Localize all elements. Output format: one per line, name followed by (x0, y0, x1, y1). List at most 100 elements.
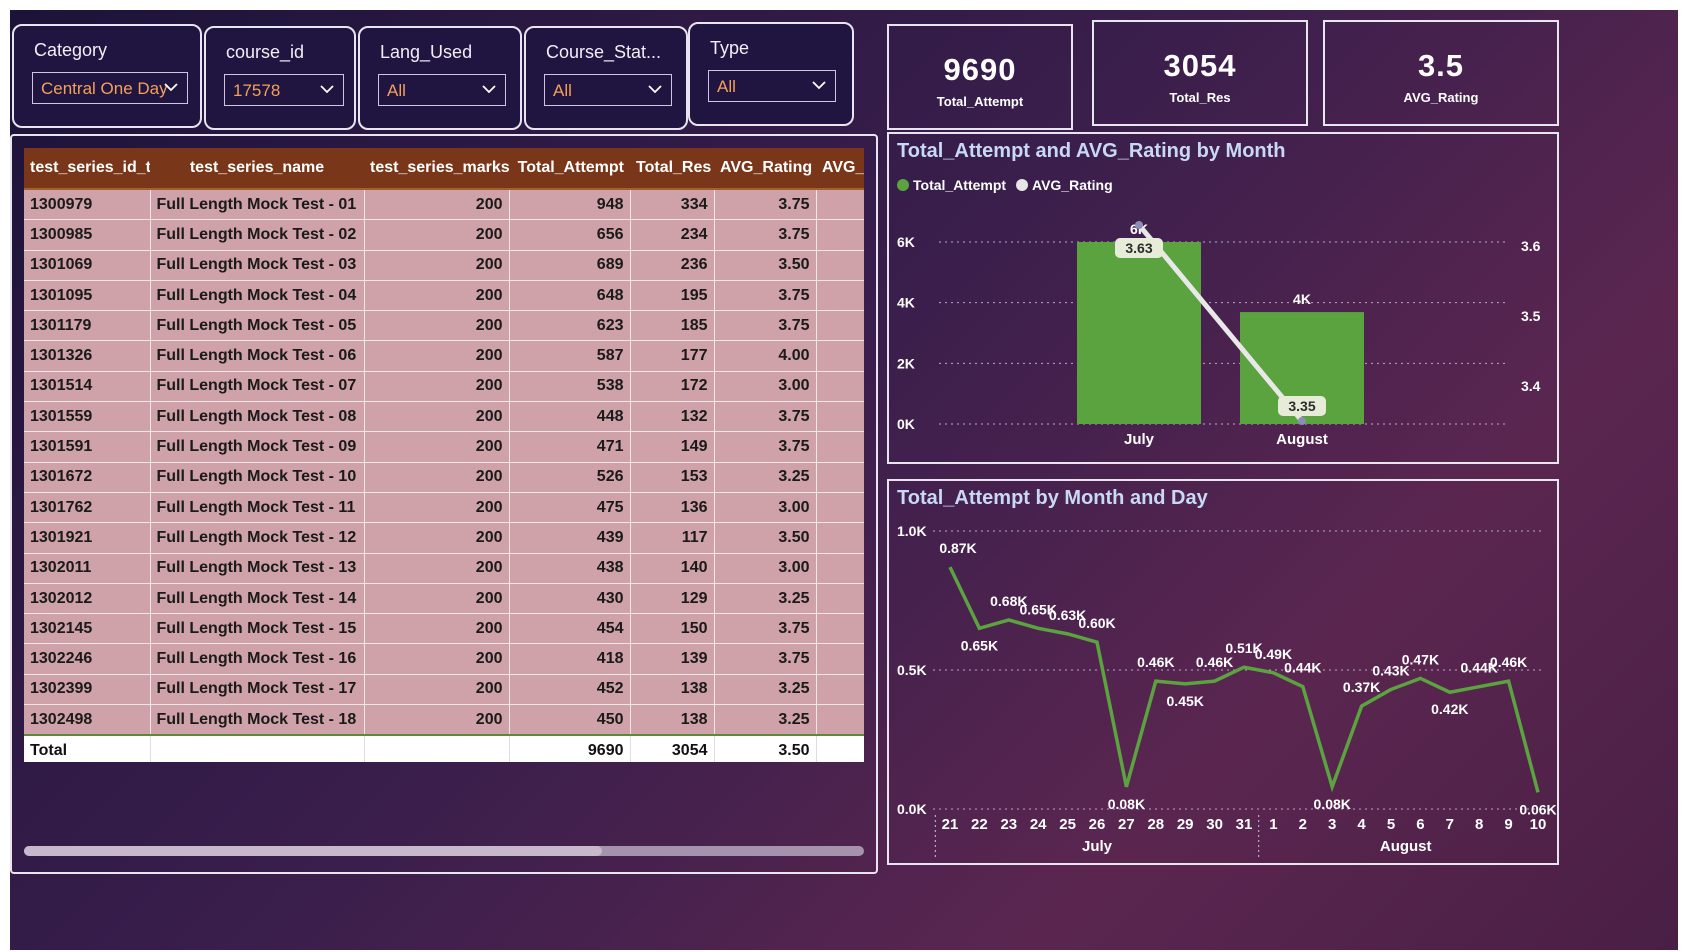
chart1-svg: Total_Attempt AVG_Rating 0K 2K 4K 6K 3.4 3.5 3.6… (897, 177, 1541, 448)
slicer-course-id: course_id 17578 (204, 26, 356, 130)
cell-avg-marks (816, 401, 864, 433)
chevron-down-icon (319, 79, 335, 104)
cell-avg-rating: 4.00 (714, 340, 817, 372)
col-header-total-attempt[interactable]: Total_Attempt (509, 148, 630, 190)
cell-avg-rating: 3.00 (714, 553, 817, 584)
category-dropdown-value: Central One Day (41, 79, 168, 98)
cell-test-series-marks: 200 (364, 371, 510, 403)
data-label: 0.44K (1284, 660, 1321, 676)
avg-rating-point (1298, 417, 1306, 425)
slicer-category-title: Category (34, 40, 108, 60)
lang-used-dropdown[interactable]: All (378, 74, 506, 106)
course-status-dropdown[interactable]: All (544, 74, 672, 106)
cell-total-res: 139 (630, 643, 715, 675)
chart-attempt-by-month-day: Total_Attempt by Month and Day 0.0K 0.5K 1… (887, 479, 1559, 865)
table-row[interactable]: 1302498 Full Length Mock Test - 18 200 450 1… (24, 704, 864, 736)
col-header-test-series-marks[interactable]: test_series_marks (364, 148, 509, 190)
x-tick-label: 27 (1118, 816, 1135, 833)
table-row[interactable]: 1301069 Full Length Mock Test - 03 200 689 2… (24, 250, 864, 281)
horizontal-scrollbar[interactable] (24, 846, 864, 856)
cell-total-res: 177 (630, 340, 715, 372)
cell-total-res: 117 (630, 522, 715, 554)
cell-test-series-marks: 200 (364, 674, 510, 706)
table-row[interactable]: 1301559 Full Length Mock Test - 08 200 448 1… (24, 401, 864, 433)
scrollbar-thumb[interactable] (24, 846, 602, 856)
table-row[interactable]: 1301179 Full Length Mock Test - 05 200 623 1… (24, 310, 864, 342)
table-row[interactable]: 1301672 Full Length Mock Test - 10 200 526 1… (24, 462, 864, 493)
kpi-total-res: 3054 Total_Res (1092, 20, 1308, 126)
table-row[interactable]: 1302246 Full Length Mock Test - 16 200 418 1… (24, 643, 864, 675)
cell-total-attempt: 538 (509, 371, 631, 403)
x-tick-label: 1 (1269, 816, 1277, 833)
cell-avg-rating: 3.75 (714, 431, 817, 463)
cell-avg-marks (816, 462, 864, 493)
col-header-test-series-name[interactable]: test_series_name (150, 148, 364, 190)
category-dropdown[interactable]: Central One Day (32, 72, 188, 104)
x-tick-label: 5 (1387, 816, 1395, 833)
cell-test-series-id: 1301069 (24, 250, 151, 281)
cell-avg-marks (816, 280, 864, 312)
cell-total-res: 172 (630, 371, 715, 403)
cell-total-attempt: 450 (509, 704, 631, 736)
cell-test-series-name: Full Length Mock Test - 08 (150, 401, 365, 433)
type-dropdown[interactable]: All (708, 70, 836, 102)
avg-rating-data-label: 3.35 (1288, 398, 1315, 414)
table-row[interactable]: 1301762 Full Length Mock Test - 11 200 475 1… (24, 492, 864, 524)
kpi-avg-rating: 3.5 AVG_Rating (1323, 20, 1559, 126)
table-viewport[interactable]: test_series_id_t test_series_name test_s… (24, 148, 864, 762)
cell-total-attempt: 430 (509, 583, 631, 615)
course-id-dropdown[interactable]: 17578 (224, 74, 344, 106)
y2-tick-label: 3.6 (1521, 238, 1541, 254)
avg-rating-point (1135, 221, 1143, 229)
col-header-test-series-id[interactable]: test_series_id_t (24, 148, 150, 190)
cell-avg-marks (816, 674, 864, 706)
table-row[interactable]: 1302145 Full Length Mock Test - 15 200 454 1… (24, 613, 864, 645)
slicer-course-status-title: Course_Stat... (546, 42, 662, 62)
cell-total-attempt: 471 (509, 431, 631, 463)
cell-test-series-name: Full Length Mock Test - 01 (150, 189, 365, 221)
x-tick-label: July (1124, 431, 1155, 448)
x-tick-label: 10 (1530, 816, 1547, 833)
cell-test-series-name: Full Length Mock Test - 18 (150, 704, 365, 736)
cell-total-res: 138 (630, 704, 715, 736)
legend-label-avg-rating: AVG_Rating (1032, 177, 1113, 193)
cell-test-series-name: Full Length Mock Test - 17 (150, 674, 365, 706)
table-row[interactable]: 1301326 Full Length Mock Test - 06 200 587 1… (24, 340, 864, 372)
cell-avg-rating: 3.25 (714, 674, 817, 706)
chevron-down-icon (811, 75, 827, 100)
col-header-total-res[interactable]: Total_Res (630, 148, 714, 190)
cell-total-attempt: 439 (509, 522, 631, 554)
chart2-svg: 0.0K0.5K1.0K0.87K210.65K220.68K230.65K24… (897, 523, 1557, 857)
table-row[interactable]: 1301095 Full Length Mock Test - 04 200 648 1… (24, 280, 864, 312)
cell-avg-marks (816, 340, 864, 372)
y2-tick-label: 3.5 (1521, 308, 1541, 324)
cell-total-attempt: 438 (509, 553, 631, 584)
table-row[interactable]: 1301921 Full Length Mock Test - 12 200 439 1… (24, 522, 864, 554)
cell-test-series-id: 1302399 (24, 674, 151, 706)
y2-tick-label: 3.4 (1521, 378, 1541, 394)
x-tick-label: 21 (942, 816, 959, 833)
table-row[interactable]: 1302012 Full Length Mock Test - 14 200 430 1… (24, 583, 864, 615)
slicer-category: Category Central One Day (12, 24, 202, 128)
cell-test-series-name: Full Length Mock Test - 03 (150, 250, 365, 281)
cell-test-series-name: Full Length Mock Test - 07 (150, 371, 365, 403)
table-row[interactable]: 1301591 Full Length Mock Test - 09 200 471 1… (24, 431, 864, 463)
table-row[interactable]: 1301514 Full Length Mock Test - 07 200 538 1… (24, 371, 864, 403)
table-row[interactable]: 1300979 Full Length Mock Test - 01 200 948 3… (24, 189, 864, 221)
table-row[interactable]: 1302399 Full Length Mock Test - 17 200 452 1… (24, 674, 864, 706)
y-tick-label: 0.0K (897, 801, 927, 817)
table-row[interactable]: 1300985 Full Length Mock Test - 02 200 656 2… (24, 219, 864, 251)
cell-test-series-marks: 200 (364, 704, 510, 736)
cell-total-res: 129 (630, 583, 715, 615)
cell-total-res: 185 (630, 310, 715, 342)
cell-avg-marks (816, 643, 864, 675)
cell-total-res: 140 (630, 553, 715, 584)
cell-avg-rating: 3.75 (714, 280, 817, 312)
table-row[interactable]: 1302011 Full Length Mock Test - 13 200 438 1… (24, 553, 864, 584)
col-header-avg-rating[interactable]: AVG_Rating (714, 148, 816, 190)
cell-total-res: 150 (630, 613, 715, 645)
cell-test-series-id: 1302498 (24, 704, 151, 736)
col-header-avg-marks[interactable]: AVG_M (816, 148, 864, 190)
cell-test-series-id: 1300979 (24, 189, 151, 221)
data-label: 0.08K (1108, 796, 1145, 812)
